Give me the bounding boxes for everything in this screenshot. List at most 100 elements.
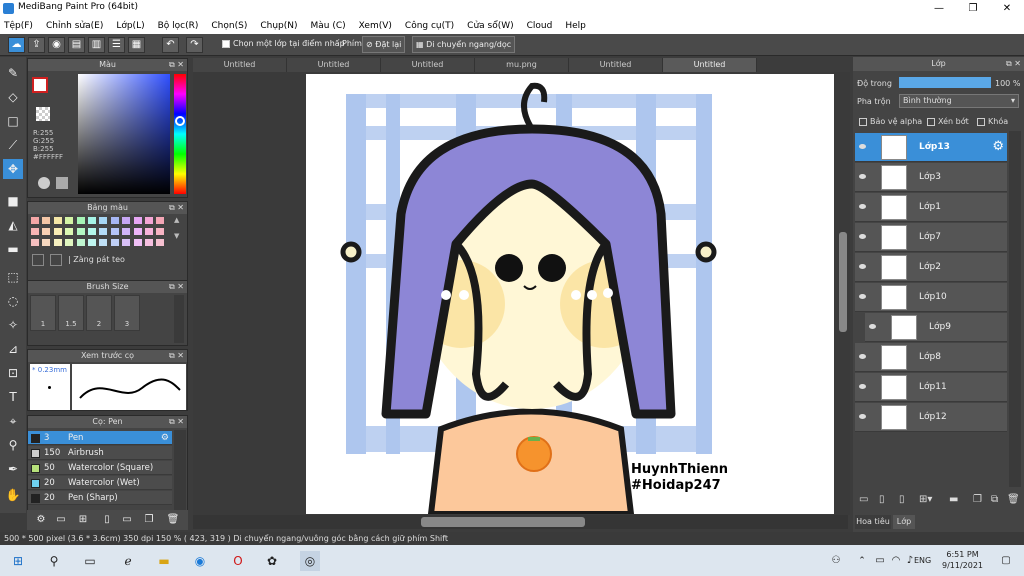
palette-swatch[interactable] xyxy=(144,227,154,236)
eye-icon[interactable] xyxy=(859,144,866,149)
menu-layer[interactable]: Lớp(L) xyxy=(116,21,144,31)
reset-button[interactable]: ⊘ Đặt lại xyxy=(362,36,406,53)
new-palette-icon[interactable] xyxy=(32,254,44,266)
rect-tool-icon[interactable]: □ xyxy=(3,111,23,131)
menu-edit[interactable]: Chỉnh sửa(E) xyxy=(46,21,103,31)
tab-untitled-5[interactable]: Untitled xyxy=(663,58,757,72)
eye-icon[interactable] xyxy=(869,324,876,329)
hue-handle[interactable] xyxy=(175,116,185,126)
palette-swatch[interactable] xyxy=(109,227,120,236)
menu-color[interactable]: Màu (C) xyxy=(311,21,346,31)
chevron-up-icon[interactable]: ⌃ xyxy=(852,551,872,571)
panel-options-icon[interactable]: ⧉ ✕ xyxy=(169,281,184,293)
select-eraser-icon[interactable]: ⊡ xyxy=(3,363,23,383)
layer-item[interactable]: Lớp8 xyxy=(855,343,1007,372)
palette-swatch[interactable] xyxy=(52,216,63,225)
size-cell-1-5[interactable]: 1.5 xyxy=(58,295,84,331)
panel-options-icon[interactable]: ⧉ ✕ xyxy=(169,350,184,362)
clock[interactable]: 6:51 PM 9/11/2021 xyxy=(942,549,983,571)
brush-tool-icon[interactable]: ✎ xyxy=(3,63,23,83)
palette-swatch[interactable] xyxy=(98,238,109,247)
new-halftone-icon[interactable]: ▯ xyxy=(899,494,905,505)
eye-icon[interactable] xyxy=(859,354,866,359)
menu-help[interactable]: Help xyxy=(565,21,586,31)
trash-icon[interactable]: 🗑 xyxy=(1007,494,1020,505)
menu-snap[interactable]: Chụp(N) xyxy=(260,21,297,31)
palette-swatch[interactable] xyxy=(64,227,75,236)
grid-icon[interactable]: ▦ xyxy=(128,37,145,53)
hue-slider[interactable] xyxy=(174,74,186,194)
palette-scroll-arrows[interactable]: ▲ ▼ xyxy=(174,216,184,250)
palette-swatch[interactable] xyxy=(30,227,40,236)
blend-mode-select[interactable]: Bình thường ▾ xyxy=(899,94,1019,108)
layer-item[interactable]: Lớp12 xyxy=(855,403,1007,432)
opacity-slider[interactable] xyxy=(899,77,991,88)
palette-swatch[interactable] xyxy=(121,227,132,236)
hand-icon[interactable]: ✋ xyxy=(3,485,23,505)
eye-icon[interactable] xyxy=(859,174,866,179)
folder-icon[interactable]: ▭ xyxy=(117,510,137,530)
vertical-scroll-thumb[interactable] xyxy=(839,232,847,332)
eye-icon[interactable] xyxy=(859,414,866,419)
palette-swatch[interactable] xyxy=(155,227,166,236)
language-indicator[interactable]: ENG xyxy=(914,556,931,565)
eye-icon[interactable] xyxy=(859,234,866,239)
brush-item[interactable]: 20 Watercolor (Wet) xyxy=(28,476,172,490)
palette-swatch[interactable] xyxy=(75,238,86,247)
brush-item[interactable]: 150 Airbrush xyxy=(28,446,172,460)
menu-file[interactable]: Tệp(F) xyxy=(4,21,33,31)
gradient-icon[interactable]: ▬ xyxy=(3,239,23,259)
maximize-button[interactable]: ❐ xyxy=(956,0,990,17)
panel-options-icon[interactable]: ⧉ ✕ xyxy=(169,59,184,71)
edge-icon[interactable]: ℯ xyxy=(118,551,138,571)
panel-options-icon[interactable]: ⧉ ✕ xyxy=(169,416,184,428)
tab-untitled-1[interactable]: Untitled xyxy=(193,58,287,72)
opera-icon[interactable]: O xyxy=(228,551,248,571)
palette-swatch[interactable] xyxy=(132,216,143,225)
chat-icon[interactable]: ▤ xyxy=(68,37,85,53)
folder-icon[interactable]: ▬ xyxy=(949,494,958,505)
palette-swatch[interactable] xyxy=(132,238,143,247)
menu-window[interactable]: Cửa sổ(W) xyxy=(467,21,513,31)
trash-icon[interactable] xyxy=(50,254,62,266)
add-layer-menu-icon[interactable]: ⊞▾ xyxy=(919,494,932,505)
primary-color-swatch[interactable] xyxy=(32,77,48,93)
lasso-icon[interactable]: ◌ xyxy=(3,291,23,311)
task-view-icon[interactable]: ▭ xyxy=(80,551,100,571)
horizontal-scroll-thumb[interactable] xyxy=(421,517,585,527)
lock-checkbox[interactable] xyxy=(977,117,985,126)
layer-item[interactable]: Lớp10 xyxy=(855,283,1007,312)
move-button[interactable]: ▦ Di chuyển ngang/dọc xyxy=(412,36,516,53)
layer-item[interactable]: Lớp11 xyxy=(855,373,1007,402)
layer-list-scrollbar[interactable] xyxy=(1009,131,1021,487)
palette-swatch[interactable] xyxy=(144,216,154,225)
tab-untitled-2[interactable]: Untitled xyxy=(287,58,381,72)
bucket-icon[interactable]: ◭ xyxy=(3,215,23,235)
gear-icon[interactable]: ⚙ xyxy=(161,431,169,445)
merge-layer-icon[interactable]: ⧉ xyxy=(991,494,998,505)
eye-icon[interactable] xyxy=(859,294,866,299)
zalo-icon[interactable]: ◉ xyxy=(190,551,210,571)
add-brush-icon[interactable]: ⊞ xyxy=(73,510,93,530)
comment-icon[interactable]: ◉ xyxy=(48,37,65,53)
duplicate-layer-icon[interactable]: ❐ xyxy=(973,494,982,505)
palette-swatch[interactable] xyxy=(30,238,40,247)
palette-swatch[interactable] xyxy=(109,216,120,225)
brush-list-scrollbar[interactable] xyxy=(174,430,186,510)
palette-swatch[interactable] xyxy=(41,216,52,225)
select-layer-checkbox[interactable] xyxy=(222,39,230,48)
palette-swatch[interactable] xyxy=(64,238,75,247)
menu-filter[interactable]: Bộ lọc(R) xyxy=(158,21,199,31)
layer-item[interactable]: Lớp1 xyxy=(855,193,1007,222)
fill-rect-icon[interactable]: ■ xyxy=(3,191,23,211)
new-layer-icon[interactable]: ▭ xyxy=(859,494,868,505)
undo-icon[interactable]: ↶ xyxy=(162,37,179,53)
size-cell-2[interactable]: 2 xyxy=(86,295,112,331)
color-saturation-field[interactable] xyxy=(78,74,170,194)
size-cell-3[interactable]: 3 xyxy=(114,295,140,331)
redo-icon[interactable]: ↷ xyxy=(186,37,203,53)
minimize-button[interactable]: — xyxy=(922,0,956,17)
move-tool-icon[interactable]: ✥ xyxy=(3,159,23,179)
palette-swatch[interactable] xyxy=(87,238,97,247)
palette-swatch[interactable] xyxy=(41,227,52,236)
